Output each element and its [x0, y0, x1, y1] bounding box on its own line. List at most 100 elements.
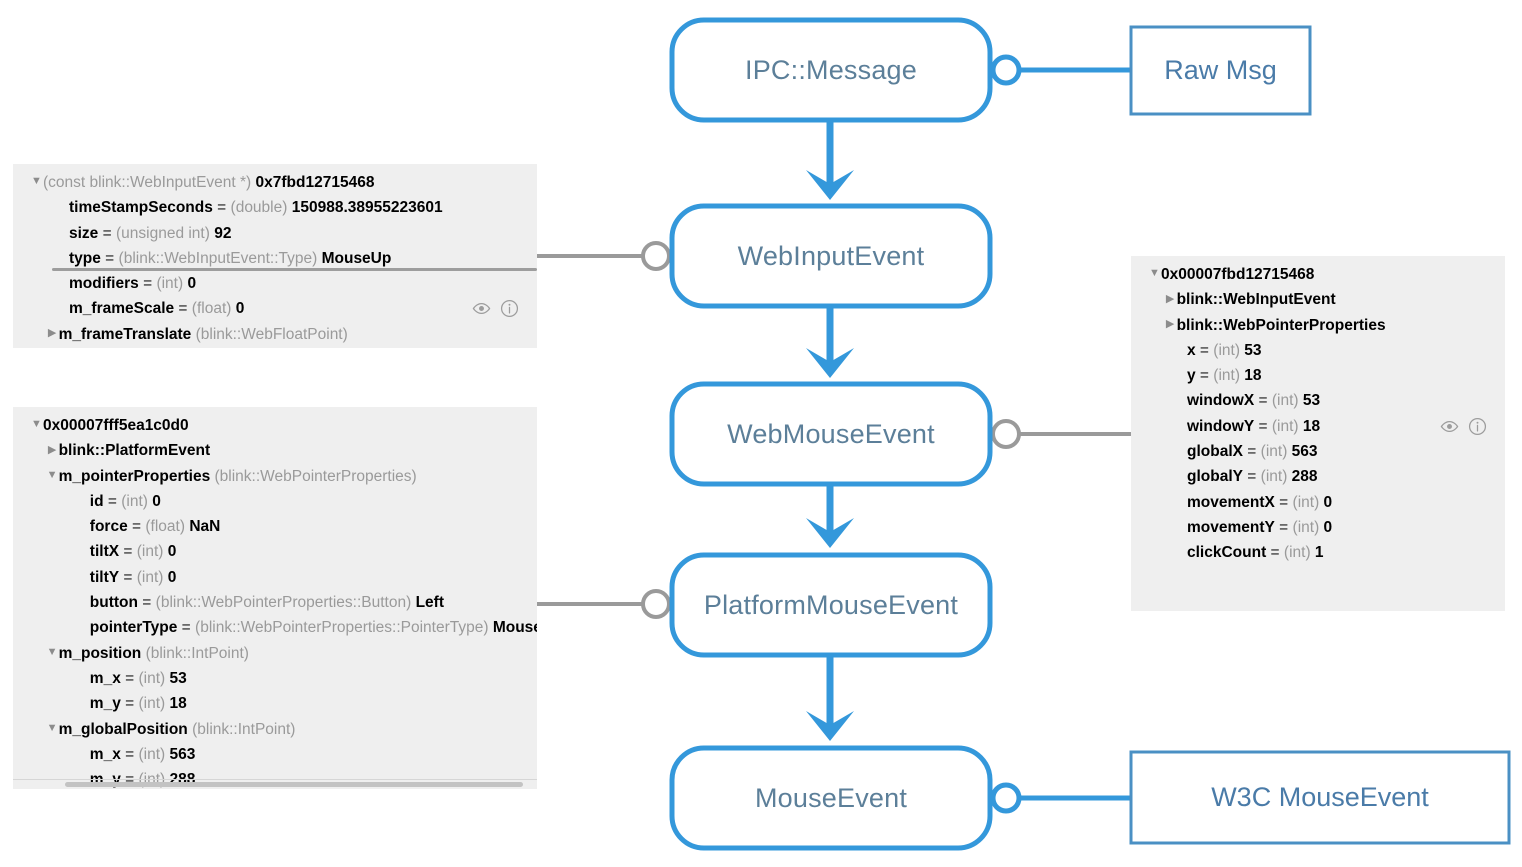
- box-raw-msg[interactable]: [1129, 25, 1312, 116]
- disclosure-triangle-open-icon[interactable]: ▼: [30, 169, 43, 194]
- diagram-canvas: IPC::Message WebInputEvent WebMouseEvent…: [0, 0, 1522, 867]
- inspector-key: movementY: [1187, 518, 1275, 536]
- inspector-row[interactable]: ▶ m_frameTranslate (blink::WebFloatPoint): [13, 322, 537, 347]
- inspector-row[interactable]: ▶movementX = (int) 0: [1131, 490, 1505, 515]
- inspector-row[interactable]: ▶m_y = (int) 18: [13, 691, 537, 716]
- scrollbar-thumb[interactable]: [65, 782, 523, 787]
- inspector-row[interactable]: ▶id = (int) 0: [13, 489, 537, 514]
- inspector-key: button: [89, 594, 138, 612]
- inspector-eq: =: [100, 249, 119, 267]
- inspector-val: 0: [167, 543, 177, 561]
- webmouseevent-inspector-panel[interactable]: ▼0x00007fbd12715468 ▶ blink::WebInputEvent…: [1131, 256, 1505, 611]
- inspector-type: (int): [138, 745, 170, 763]
- inspector-eq: =: [120, 745, 139, 763]
- inspector-row[interactable]: ▶size = (unsigned int) 92: [13, 221, 537, 246]
- inspector-row[interactable]: ▶type = (blink::WebInputEvent::Type) Mou…: [13, 246, 537, 272]
- node-webmouseevent[interactable]: [669, 381, 993, 487]
- inspector-row[interactable]: ▶ blink::PlatformEvent: [13, 438, 537, 463]
- inspector-row[interactable]: ▶y = (int) 18: [1131, 363, 1505, 388]
- inspector-row[interactable]: ▼(const blink::WebInputEvent *) 0x7fbd12…: [13, 170, 537, 195]
- inspector-row[interactable]: ▶ blink::WebInputEvent: [1131, 287, 1505, 312]
- inspector-key: tiltX: [89, 543, 120, 561]
- inspector-row[interactable]: ▶globalX = (int) 563: [1131, 439, 1505, 464]
- inspector-bold-only: blink::PlatformEvent: [58, 442, 211, 460]
- inspector-eq: =: [1195, 367, 1214, 385]
- inspector-addr: 0x00007fff5ea1c0d0: [43, 417, 189, 434]
- disclosure-triangle-open-icon[interactable]: ▼: [46, 463, 59, 488]
- disclosure-triangle-closed-icon[interactable]: ▶: [46, 321, 59, 346]
- inspector-val: 563: [1291, 443, 1318, 461]
- inspector-val: 18: [169, 695, 187, 713]
- inspector-val: 0: [1323, 518, 1333, 536]
- inspector-eq: =: [138, 275, 157, 293]
- inspector-type: (int): [156, 275, 188, 293]
- disclosure-spacer: ▶: [1174, 540, 1187, 565]
- inspector-key: size: [69, 224, 99, 242]
- inspector-row[interactable]: ▶m_frameScale = (float) 0: [13, 296, 537, 321]
- inspector-addr: 0x7fbd12715468: [255, 174, 375, 191]
- inspector-row[interactable]: ▶tiltX = (int) 0: [13, 539, 537, 564]
- node-platformmouseevent[interactable]: [669, 552, 993, 658]
- horizontal-scrollbar[interactable]: [13, 779, 537, 789]
- disclosure-spacer: ▶: [77, 564, 90, 589]
- inspector-row[interactable]: ▶m_x = (int) 53: [13, 666, 537, 691]
- inspector-row[interactable]: ▶tiltY = (int) 0: [13, 565, 537, 590]
- inspector-val: 53: [169, 669, 187, 687]
- inspector-row[interactable]: ▶movementY = (int) 0: [1131, 515, 1505, 540]
- inspector-row[interactable]: ▼0x00007fbd12715468: [1131, 262, 1505, 287]
- inspector-row[interactable]: ▶modifiers = (int) 0: [13, 271, 537, 296]
- inspector-key: id: [89, 492, 104, 510]
- inspector-val: Left: [415, 594, 444, 612]
- arrow-ipc-to-webinputevent: [806, 118, 854, 200]
- inspector-row[interactable]: ▼m_position (blink::IntPoint): [13, 641, 537, 666]
- disclosure-triangle-open-icon[interactable]: ▼: [46, 640, 59, 665]
- inspector-row[interactable]: ▼m_globalPosition (blink::IntPoint): [13, 717, 537, 742]
- inspector-row[interactable]: ▶pointerType = (blink::WebPointerPropert…: [13, 615, 537, 640]
- inspector-row[interactable]: ▶windowY = (int) 18: [1131, 414, 1505, 439]
- inspector-eq: =: [1254, 417, 1272, 435]
- inspector-key: y: [1187, 367, 1196, 385]
- inspector-row[interactable]: ▶timeStampSeconds = (double) 150988.3895…: [13, 195, 537, 220]
- inspector-key: globalX: [1187, 443, 1243, 461]
- inspector-val: 18: [1302, 417, 1321, 435]
- inspector-type: (blink::IntPoint): [187, 720, 296, 738]
- inspector-row[interactable]: ▶m_x = (int) 563: [13, 742, 537, 767]
- inspector-type: (int): [121, 492, 153, 510]
- inspector-row[interactable]: ▶ blink::WebPointerProperties: [1131, 313, 1505, 338]
- box-w3c-mouseevent[interactable]: [1129, 750, 1511, 845]
- platformmouseevent-inspector-panel[interactable]: ▼0x00007fff5ea1c0d0 ▶ blink::PlatformEvent…: [13, 407, 537, 789]
- inspector-key: modifiers: [69, 275, 139, 293]
- arrow-webmouseevent-to-platformmouseevent: [806, 484, 854, 548]
- inspector-row[interactable]: ▶button = (blink::WebPointerProperties::…: [13, 590, 537, 615]
- node-ipc-message[interactable]: [669, 17, 993, 123]
- inspector-addr: 0x00007fbd12715468: [1161, 266, 1315, 283]
- disclosure-triangle-open-icon[interactable]: ▼: [1148, 261, 1161, 286]
- inspector-row[interactable]: ▶force = (float) NaN: [13, 514, 537, 539]
- node-mouseevent[interactable]: [669, 745, 993, 851]
- inspector-type: (blink::WebInputEvent::Type): [118, 249, 322, 267]
- inspector-val: 0: [167, 568, 177, 586]
- inspector-row[interactable]: ▶x = (int) 53: [1131, 338, 1505, 363]
- webinputevent-inspector-panel[interactable]: ▼(const blink::WebInputEvent *) 0x7fbd12…: [13, 164, 537, 348]
- disclosure-triangle-closed-icon[interactable]: ▶: [1164, 312, 1177, 337]
- inspector-row[interactable]: ▼0x00007fff5ea1c0d0: [13, 413, 537, 438]
- inspector-key: timeStampSeconds: [69, 199, 213, 217]
- inspector-type: (float): [145, 518, 190, 536]
- disclosure-triangle-closed-icon[interactable]: ▶: [46, 438, 59, 463]
- inspector-row[interactable]: ▶globalY = (int) 288: [1131, 464, 1505, 489]
- inspector-eq: =: [103, 492, 122, 510]
- disclosure-triangle-open-icon[interactable]: ▼: [30, 412, 43, 437]
- inspector-row[interactable]: ▶clickCount = (int) 1: [1131, 540, 1505, 565]
- inspector-type: (int): [1271, 392, 1303, 410]
- inspector-val: 0: [1323, 493, 1333, 511]
- inspector-eq: =: [138, 594, 156, 612]
- inspector-row[interactable]: ▼m_pointerProperties (blink::WebPointerP…: [13, 464, 537, 489]
- node-webinputevent[interactable]: [669, 203, 993, 309]
- disclosure-triangle-open-icon[interactable]: ▼: [46, 716, 59, 741]
- inspector-row[interactable]: ▶windowX = (int) 53: [1131, 388, 1505, 413]
- inspector-type: (blink::WebPointerProperties::Button): [155, 594, 416, 612]
- disclosure-triangle-closed-icon[interactable]: ▶: [1164, 287, 1177, 312]
- inspector-eq: =: [177, 619, 196, 637]
- inspector-bold-only: m_position: [58, 644, 142, 662]
- inspector-key: globalY: [1187, 468, 1243, 486]
